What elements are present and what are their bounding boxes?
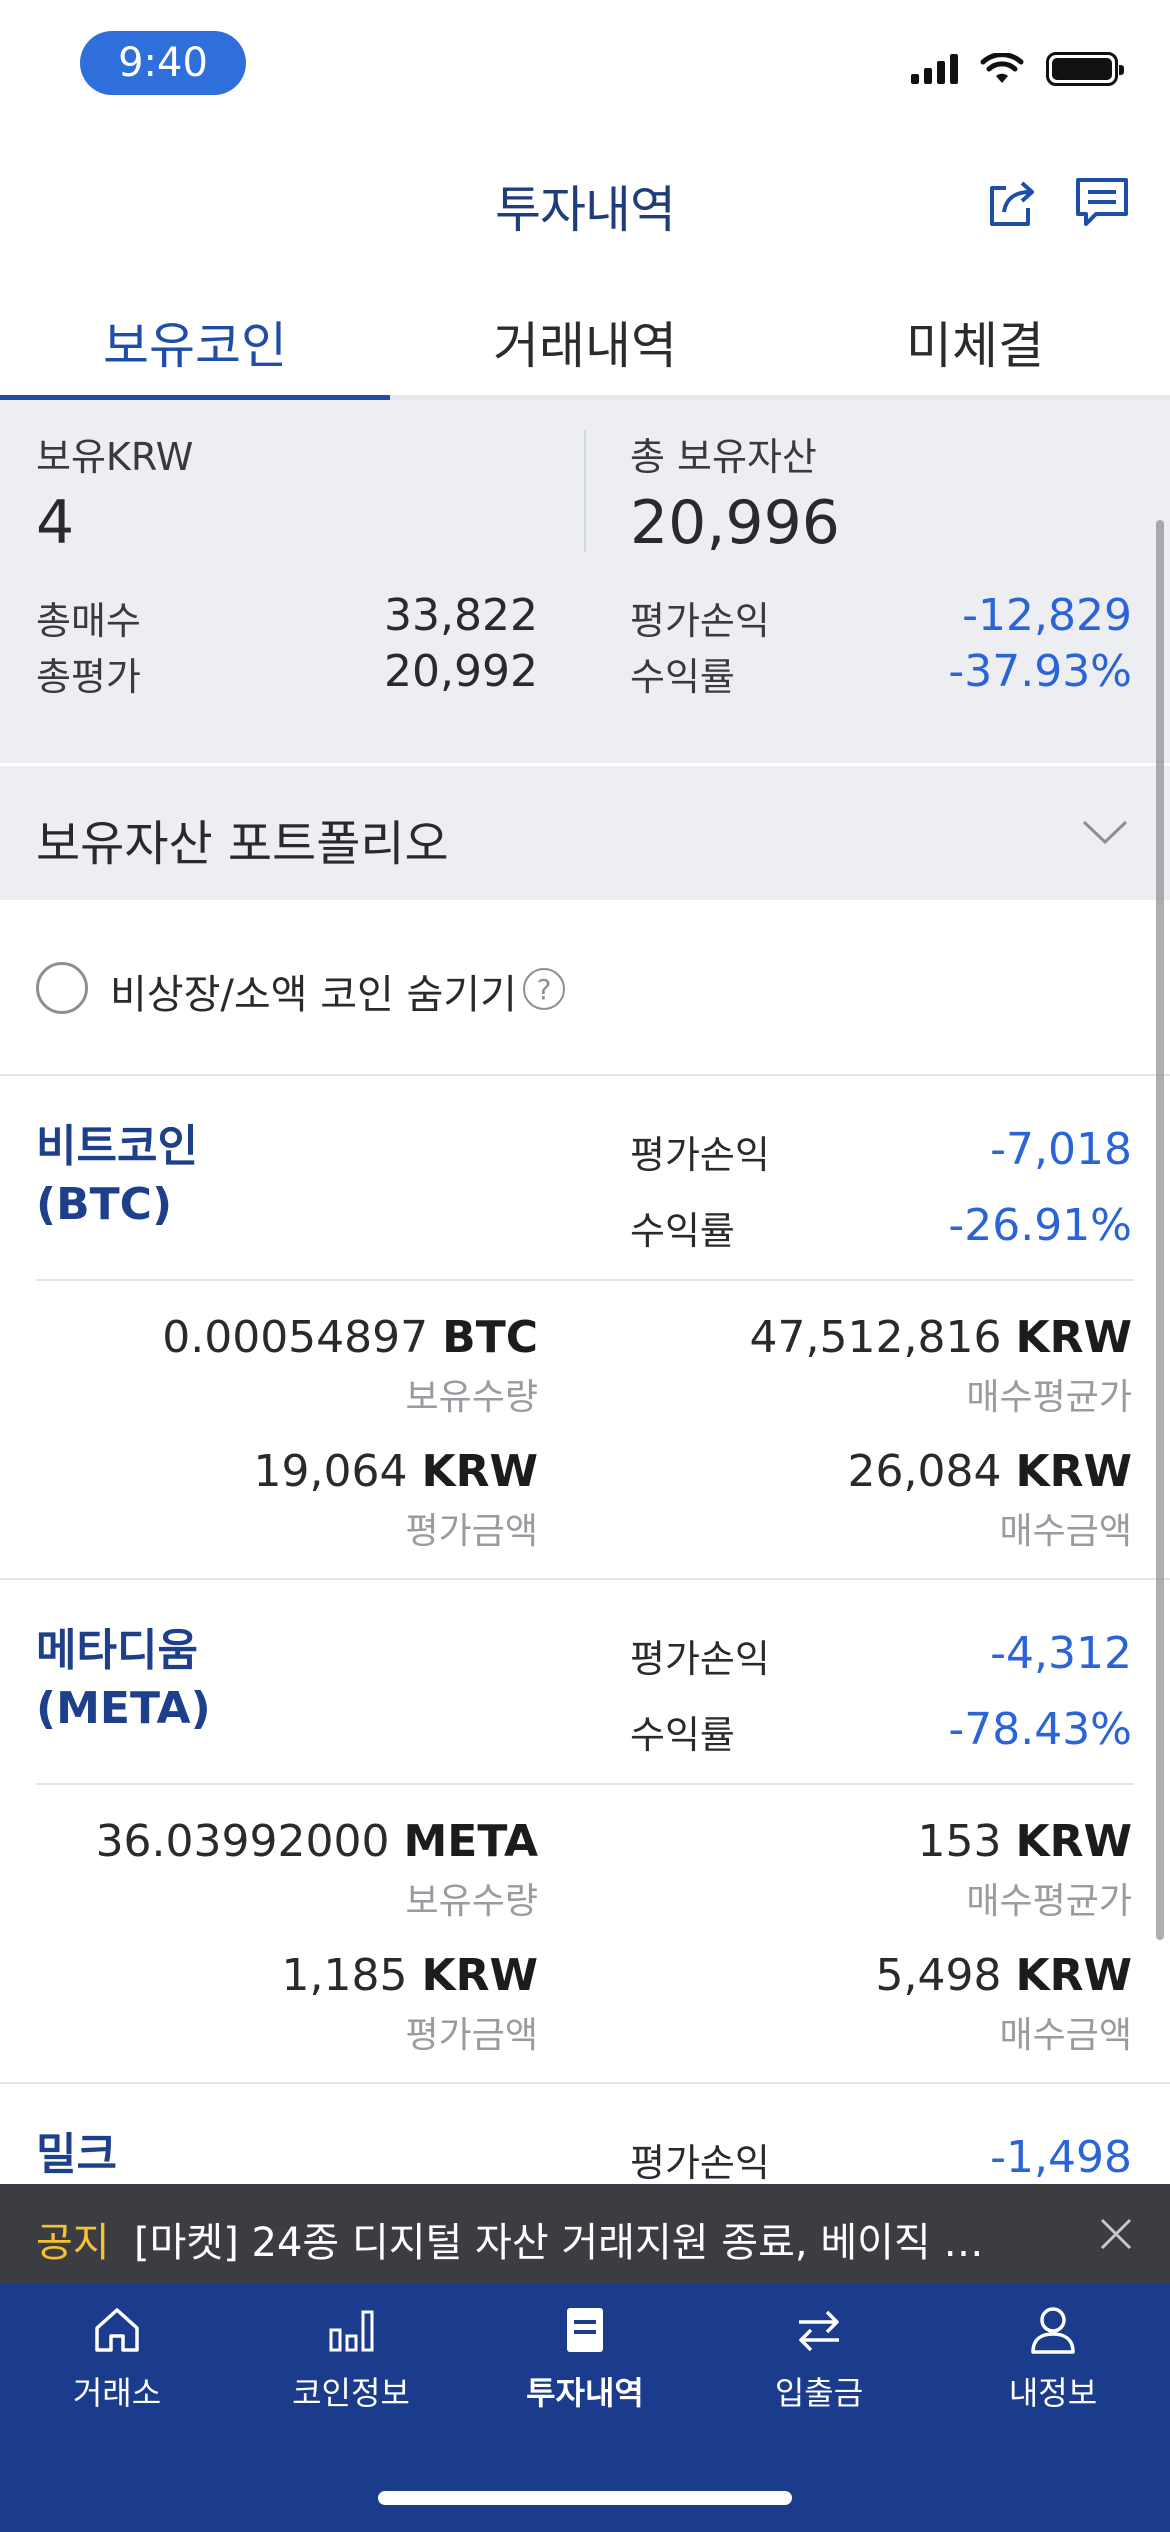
home-icon <box>95 2308 139 2352</box>
nav-label: 코인정보 <box>292 2374 410 2412</box>
coin-pnl-value: -1,498 <box>990 2132 1132 2183</box>
pnl-value: -12,829 <box>962 590 1132 641</box>
total-assets-value: 20,996 <box>630 488 840 558</box>
avg-buy-price: 47,512,816 KRW <box>749 1312 1132 1363</box>
wifi-icon <box>980 53 1024 83</box>
portfolio-toggle[interactable]: 보유자산 포트폴리오 <box>0 766 1170 900</box>
home-indicator[interactable] <box>378 2491 792 2505</box>
total-eval-label: 총평가 <box>36 655 141 699</box>
coin-rate-value: -78.43% <box>948 1704 1132 1755</box>
coin-pnl-label: 평가손익 <box>630 1637 770 1681</box>
portfolio-title: 보유자산 포트폴리오 <box>36 816 449 872</box>
notice-tag: 공지 <box>36 2220 110 2266</box>
coin-pnl-label: 평가손익 <box>630 2141 770 2184</box>
nav-label: 거래소 <box>72 2374 162 2412</box>
holding-quantity-label: 보유수량 <box>405 1881 538 1922</box>
krw-value: 4 <box>36 488 75 558</box>
coin-card-milk[interactable]: 밀크 평가손익 -1,498 <box>0 2084 1170 2184</box>
coin-name-korean: 비트코인 <box>36 1121 198 1172</box>
coin-pnl-label: 평가손익 <box>630 1133 770 1177</box>
tab-holdings[interactable]: 보유코인 <box>0 290 390 400</box>
status-bar: 9:40 <box>0 0 1170 130</box>
coin-symbol: (META) <box>36 1683 211 1734</box>
person-icon <box>1031 2307 1075 2354</box>
nav-label: 입출금 <box>774 2374 864 2412</box>
total-buy-value: 33,822 <box>384 590 538 641</box>
hide-small-coins-row: 비상장/소액 코인 숨기기 ? <box>0 900 1170 1076</box>
nav-coin-info[interactable]: 코인정보 <box>234 2284 468 2434</box>
coin-divider <box>36 1783 1134 1785</box>
eval-amount-label: 평가금액 <box>405 1511 538 1552</box>
coin-divider <box>36 1279 1134 1281</box>
avg-buy-price: 153 KRW <box>917 1816 1133 1867</box>
holding-quantity: 0.00054897 BTC <box>162 1312 538 1363</box>
bottom-nav: 거래소 코인정보 투자내역 입출금 내정보 <box>0 2284 1170 2532</box>
holding-quantity: 36.03992000 META <box>95 1816 538 1867</box>
coin-card-btc[interactable]: 비트코인 (BTC) 평가손익 -7,018 수익률 -26.91% 0.000… <box>0 1076 1170 1580</box>
rate-label: 수익률 <box>630 655 735 699</box>
coin-name: 비트코인 (BTC) <box>36 1118 198 1234</box>
nav-my-info[interactable]: 내정보 <box>936 2284 1170 2434</box>
buy-amount-label: 매수금액 <box>999 2015 1132 2056</box>
pnl-label: 평가손익 <box>630 599 770 643</box>
nav-exchange[interactable]: 거래소 <box>0 2284 234 2434</box>
total-buy-label: 총매수 <box>36 599 141 643</box>
share-icon[interactable] <box>982 172 1042 232</box>
transfer-icon <box>799 2310 839 2352</box>
app-header: 투자내역 <box>0 130 1170 280</box>
coin-pnl-value: -7,018 <box>990 1124 1132 1175</box>
hide-small-coins-radio[interactable] <box>36 962 88 1014</box>
tab-trade-history[interactable]: 거래내역 <box>390 290 780 395</box>
chevron-down-icon <box>1082 820 1128 845</box>
message-icon[interactable] <box>1072 172 1132 232</box>
coin-symbol: (BTC) <box>36 1179 173 1230</box>
total-assets-label: 총 보유자산 <box>630 435 817 479</box>
nav-label: 투자내역 <box>526 2374 644 2412</box>
coin-pnl-value: -4,312 <box>990 1628 1132 1679</box>
cellular-signal-icon <box>911 54 958 84</box>
eval-amount: 19,064 KRW <box>253 1446 538 1497</box>
asset-summary: 보유KRW 4 총 보유자산 20,996 총매수 33,822 총평가 20,… <box>0 400 1170 763</box>
buy-amount: 26,084 KRW <box>847 1446 1132 1497</box>
close-icon[interactable] <box>1092 2210 1140 2258</box>
document-icon <box>567 2308 603 2352</box>
krw-label: 보유KRW <box>36 435 194 479</box>
coin-rate-value: -26.91% <box>948 1200 1132 1251</box>
summary-divider <box>584 430 586 552</box>
notice-text[interactable]: [마켓] 24종 디지털 자산 거래지원 종료, 베이직 유의… <box>134 2210 1014 2268</box>
notice-banner[interactable]: 공지 [마켓] 24종 디지털 자산 거래지원 종료, 베이직 유의… <box>0 2184 1170 2284</box>
help-icon[interactable]: ? <box>523 968 565 1010</box>
nav-label: 내정보 <box>1008 2374 1098 2412</box>
status-time: 9:40 <box>80 31 246 95</box>
battery-icon <box>1046 52 1124 86</box>
tab-bar: 보유코인 거래내역 미체결 <box>0 290 1170 400</box>
coin-card-meta[interactable]: 메타디움 (META) 평가손익 -4,312 수익률 -78.43% 36.0… <box>0 1580 1170 2084</box>
eval-amount-label: 평가금액 <box>405 2015 538 2056</box>
avg-buy-price-label: 매수평균가 <box>966 1377 1132 1418</box>
bar-chart-icon <box>329 2310 374 2352</box>
eval-amount: 1,185 KRW <box>281 1950 538 2001</box>
status-icons <box>911 52 1124 86</box>
nav-investments[interactable]: 투자내역 <box>468 2284 702 2434</box>
coin-name: 메타디움 (META) <box>36 1622 211 1738</box>
buy-amount: 5,498 KRW <box>875 1950 1132 2001</box>
avg-buy-price-label: 매수평균가 <box>966 1881 1132 1922</box>
buy-amount-label: 매수금액 <box>999 1511 1132 1552</box>
hide-small-coins-label[interactable]: 비상장/소액 코인 숨기기 <box>110 962 517 1020</box>
scrollbar[interactable] <box>1156 520 1164 1940</box>
coin-rate-label: 수익률 <box>630 1713 735 1757</box>
nav-deposit-withdraw[interactable]: 입출금 <box>702 2284 936 2434</box>
rate-value: -37.93% <box>948 646 1132 697</box>
tab-open-orders[interactable]: 미체결 <box>780 290 1170 395</box>
total-eval-value: 20,992 <box>384 646 538 697</box>
coin-name-korean: 메타디움 <box>36 1625 198 1676</box>
holding-quantity-label: 보유수량 <box>405 1377 538 1418</box>
coin-rate-label: 수익률 <box>630 1209 735 1253</box>
coin-name-korean: 밀크 <box>36 2129 117 2180</box>
